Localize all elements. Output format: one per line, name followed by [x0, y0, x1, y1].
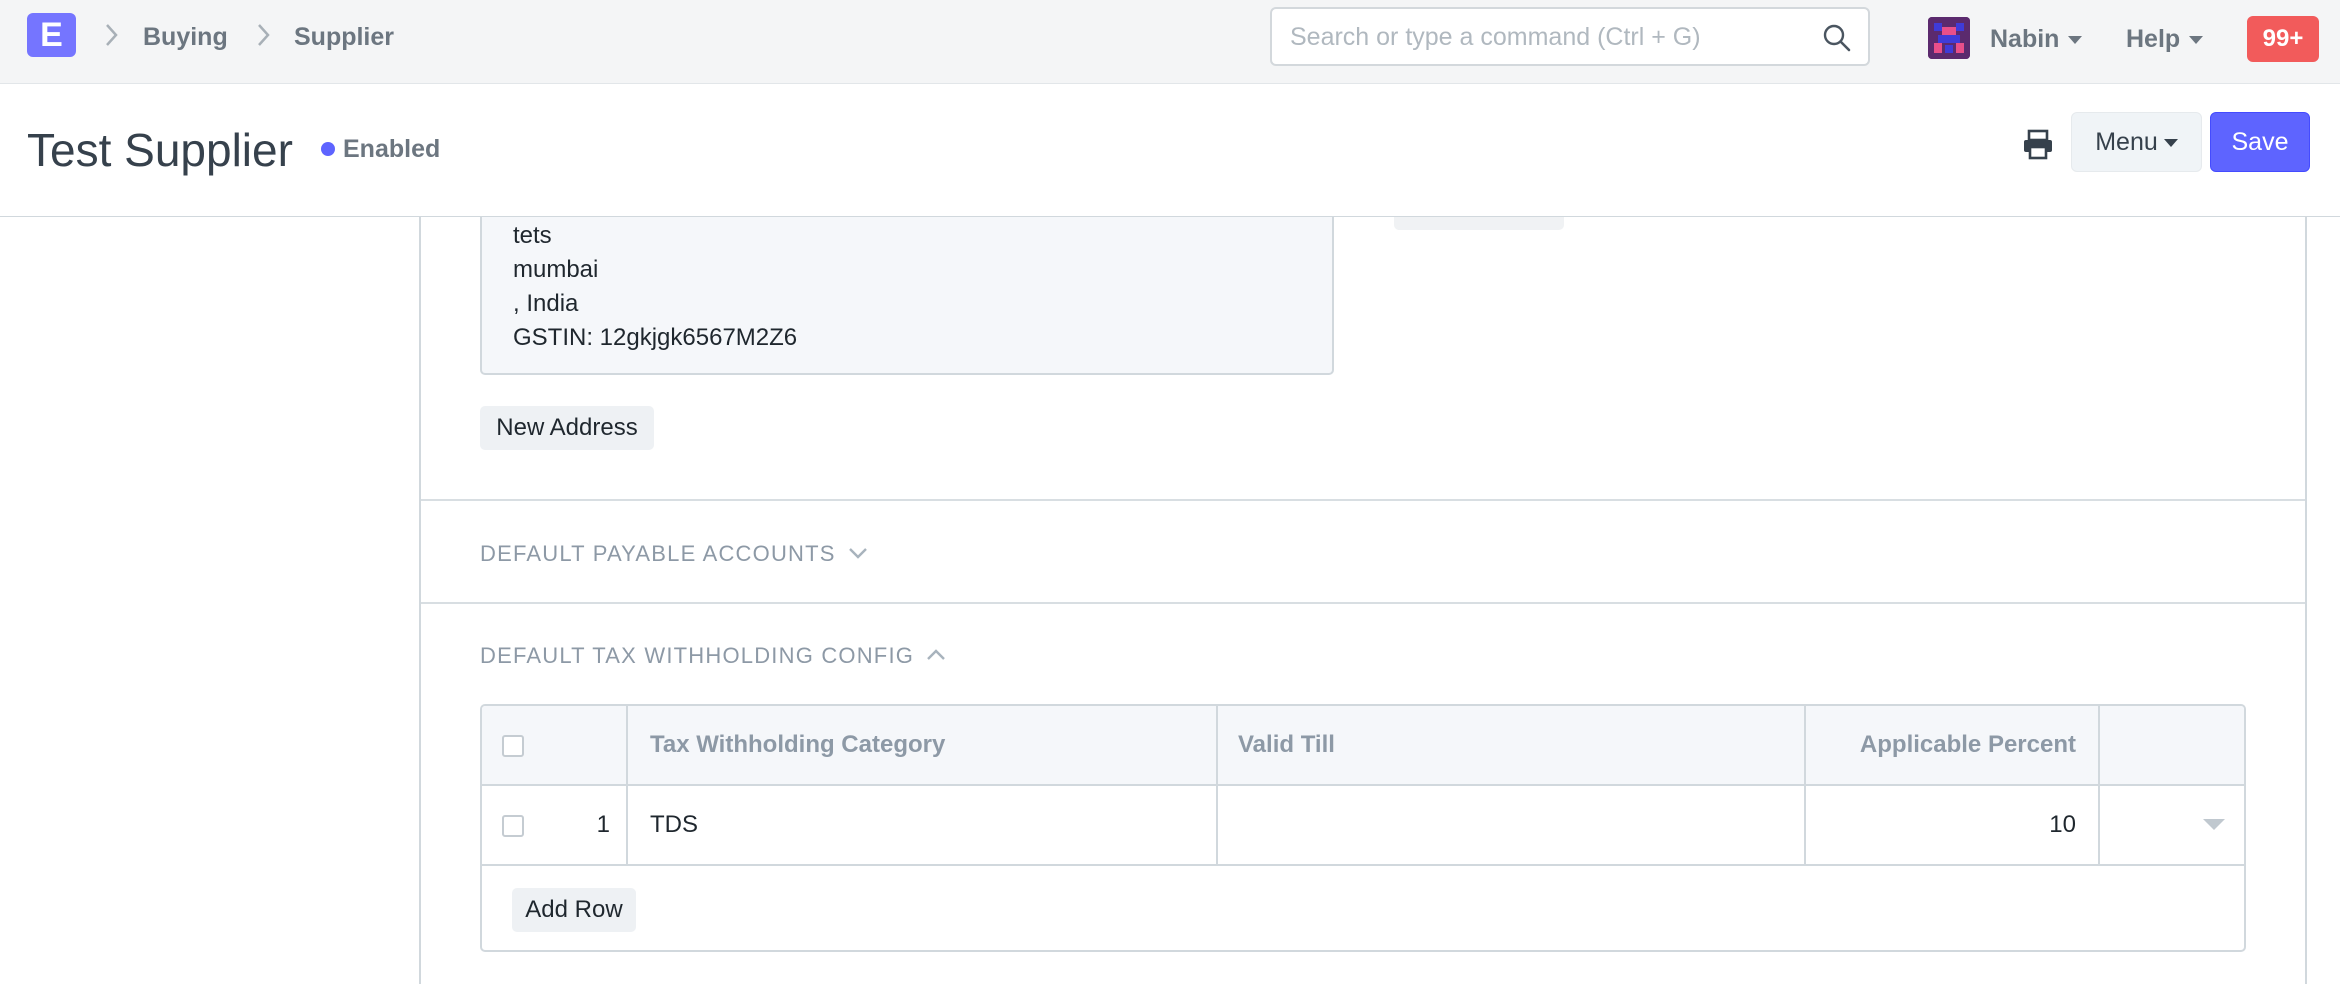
- select-all-checkbox[interactable]: [502, 735, 524, 757]
- column-header-valid-till: Valid Till: [1238, 731, 1335, 758]
- row-checkbox[interactable]: [502, 815, 524, 837]
- avatar-icon: [1928, 17, 1970, 59]
- caret-down-icon: [2163, 139, 2178, 148]
- section-payable-accounts[interactable]: DEFAULT PAYABLE ACCOUNTS: [480, 540, 836, 568]
- address-line: GSTIN: 12gkjgk6567M2Z6: [513, 324, 798, 351]
- chevron-up-icon[interactable]: [926, 648, 946, 662]
- row-index: 1: [596, 811, 610, 838]
- column-divider: [2098, 706, 2100, 864]
- column-divider: [1216, 706, 1218, 864]
- section-divider: [421, 499, 2305, 501]
- column-header-applicable-percent: Applicable Percent: [1859, 731, 2076, 758]
- section-tax-withholding[interactable]: DEFAULT TAX WITHHOLDING CONFIG: [480, 642, 914, 670]
- help-menu-label: Help: [2126, 25, 2181, 53]
- cell-category[interactable]: TDS: [650, 810, 698, 840]
- add-row-button[interactable]: Add Row: [512, 888, 636, 932]
- app-logo[interactable]: E: [27, 13, 76, 57]
- row-divider: [482, 864, 2244, 866]
- navbar: E Buying Supplier Nabin Help 99+: [0, 0, 2340, 84]
- cell-applicable-percent[interactable]: 10: [1822, 810, 2076, 840]
- address-card: tets mumbai , India GSTIN: 12gkjgk6567M2…: [480, 217, 1334, 375]
- column-header-category: Tax Withholding Category: [650, 731, 946, 758]
- chevron-down-icon[interactable]: [848, 546, 868, 560]
- breadcrumb-buying[interactable]: Buying: [143, 22, 228, 52]
- row-expand-caret-icon[interactable]: [2203, 819, 2225, 830]
- menu-button[interactable]: Menu: [2071, 112, 2202, 172]
- printer-icon[interactable]: [2020, 127, 2056, 163]
- address-line: mumbai: [513, 256, 599, 283]
- chevron-right-icon: [258, 24, 270, 46]
- new-address-button[interactable]: New Address: [480, 406, 654, 450]
- notifications-badge[interactable]: 99+: [2247, 16, 2319, 62]
- page-title: Test Supplier: [27, 124, 293, 176]
- address-line: tets: [513, 222, 552, 249]
- caret-down-icon: [2068, 36, 2083, 45]
- search-bar: [1270, 7, 1870, 66]
- status-badge: Enabled: [343, 135, 441, 163]
- user-menu[interactable]: Nabin: [1990, 24, 2083, 54]
- user-menu-label: Nabin: [1990, 25, 2060, 53]
- column-divider: [626, 706, 628, 864]
- page-head: Test Supplier Enabled Menu Save: [0, 85, 2340, 217]
- cell-valid-till[interactable]: [1238, 810, 1778, 840]
- help-menu[interactable]: Help: [2126, 24, 2204, 54]
- avatar[interactable]: [1928, 17, 1970, 59]
- section-divider: [421, 602, 2305, 604]
- tax-withholding-table: Tax Withholding Category Valid Till Appl…: [480, 704, 2246, 952]
- status-indicator-dot: [321, 142, 335, 156]
- menu-button-label: Menu: [2095, 128, 2158, 156]
- breadcrumb-supplier[interactable]: Supplier: [294, 22, 394, 52]
- chevron-right-icon: [106, 24, 118, 46]
- save-button[interactable]: Save: [2210, 112, 2310, 172]
- caret-down-icon: [2189, 36, 2204, 45]
- search-input[interactable]: [1290, 21, 1810, 53]
- address-line: , India: [513, 290, 579, 317]
- contact-button-partial[interactable]: [1394, 217, 1564, 230]
- search-icon[interactable]: [1822, 23, 1852, 53]
